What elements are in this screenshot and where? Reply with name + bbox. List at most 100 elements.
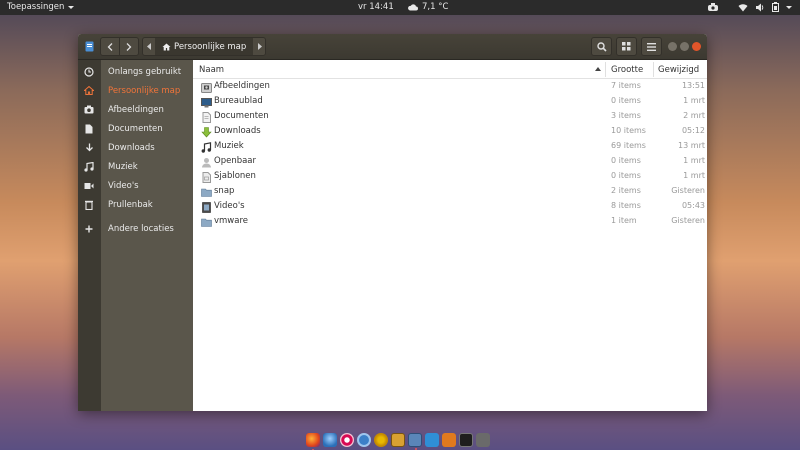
sidebar-item-home[interactable]: Persoonlijke map	[78, 81, 193, 100]
file-row-afbeeldingen[interactable]: Afbeeldingen 7 items 13:51	[193, 80, 707, 95]
column-header-name[interactable]: Naam	[199, 60, 224, 79]
file-modified: 05:43	[681, 201, 705, 210]
music-folder-icon	[201, 142, 212, 153]
update-icon	[708, 3, 718, 11]
sidebar-item-label: Documenten	[108, 123, 163, 134]
file-row-snap[interactable]: snap 2 items Gisteren	[193, 185, 707, 200]
sidebar-item-trash[interactable]: Prullenbak	[78, 195, 193, 214]
file-size: 7 items	[611, 81, 641, 90]
weather-indicator[interactable]: 7,1 °C	[408, 2, 448, 12]
software-install-icon[interactable]	[425, 432, 439, 447]
close-button[interactable]	[692, 42, 701, 51]
file-modified: 1 mrt	[683, 96, 705, 105]
sidebar-item-documents[interactable]: Documenten	[78, 119, 193, 138]
sidebar-item-downloads[interactable]: Downloads	[78, 138, 193, 157]
path-scroll-right-button[interactable]	[253, 38, 265, 55]
file-row-vmware[interactable]: vmware 1 item Gisteren	[193, 215, 707, 230]
clock[interactable]: vr 14:41	[358, 2, 394, 12]
caret-right-icon	[257, 43, 262, 50]
file-modified: Gisteren	[671, 186, 705, 195]
plus-icon	[83, 223, 95, 235]
sidebar-item-label: Afbeeldingen	[108, 104, 164, 115]
weather-temperature: 7,1 °C	[422, 2, 449, 12]
puzzle-icon[interactable]	[391, 432, 405, 447]
column-separator	[653, 62, 654, 77]
terminal-icon[interactable]	[459, 432, 473, 447]
videos-folder-icon	[202, 202, 211, 213]
file-row-bureaublad[interactable]: Bureaublad 0 items 1 mrt	[193, 95, 707, 110]
sidebar-item-videos[interactable]: Video's	[78, 176, 193, 195]
thunderbird-icon[interactable]	[323, 432, 337, 447]
sidebar-item-label: Video's	[108, 180, 139, 191]
folder-icon	[201, 188, 212, 197]
file-size: 69 items	[611, 141, 646, 150]
column-separator	[605, 62, 606, 77]
templates-folder-icon	[202, 172, 211, 183]
hamburger-menu-icon	[647, 42, 656, 51]
chevron-down-icon	[68, 5, 75, 9]
back-button[interactable]	[100, 37, 120, 56]
file-name: Afbeeldingen	[214, 81, 270, 91]
forward-button[interactable]	[119, 37, 139, 56]
cloud-icon	[408, 3, 418, 10]
files-app-icon	[85, 41, 93, 52]
file-row-sjablonen[interactable]: Sjablonen 0 items 1 mrt	[193, 170, 707, 185]
wifi-icon	[738, 3, 748, 12]
sidebar-item-pictures[interactable]: Afbeeldingen	[78, 100, 193, 119]
file-name: Video's	[214, 201, 245, 211]
network-icon[interactable]	[476, 432, 490, 447]
view-mode-button[interactable]	[616, 37, 637, 56]
file-manager-window: Persoonlijke map Onlangs gebruikt Persoo…	[78, 34, 707, 411]
dock	[303, 429, 498, 450]
sidebar-item-label: Onlangs gebruikt	[108, 66, 182, 77]
pictures-folder-icon	[201, 83, 212, 93]
file-row-muziek[interactable]: Muziek 69 items 13 mrt	[193, 140, 707, 155]
maximize-button[interactable]	[680, 42, 689, 51]
path-segment-home[interactable]: Persoonlijke map	[155, 38, 254, 55]
column-header-modified[interactable]: Gewijzigd	[658, 60, 699, 79]
media-icon[interactable]	[374, 432, 388, 447]
file-row-documenten[interactable]: Documenten 3 items 2 mrt	[193, 110, 707, 125]
file-modified: 1 mrt	[683, 171, 705, 180]
file-name: snap	[214, 186, 235, 196]
file-modified: 13:51	[681, 81, 705, 90]
update-indicator[interactable]	[707, 2, 719, 13]
menu-button[interactable]	[641, 37, 662, 56]
file-name: Muziek	[214, 141, 244, 151]
file-row-openbaar[interactable]: Openbaar 0 items 1 mrt	[193, 155, 707, 170]
file-size: 0 items	[611, 171, 641, 180]
column-header-size[interactable]: Grootte	[611, 60, 643, 79]
sidebar-item-music[interactable]: Muziek	[78, 157, 193, 176]
search-icon	[596, 41, 607, 52]
minimize-button[interactable]	[668, 42, 677, 51]
camera-icon	[83, 104, 95, 116]
package-icon[interactable]	[442, 432, 456, 447]
debian-icon[interactable]	[340, 432, 354, 447]
documents-folder-icon	[202, 112, 211, 123]
files-icon[interactable]	[408, 432, 422, 450]
file-size: 0 items	[611, 96, 641, 105]
firefox-icon[interactable]	[306, 432, 320, 450]
file-row-downloads[interactable]: Downloads 10 items 05:12	[193, 125, 707, 140]
file-row-videos[interactable]: Video's 8 items 05:43	[193, 200, 707, 215]
top-bar: Toepassingen vr 14:41 7,1 °C	[0, 0, 800, 15]
file-list: Naam Grootte Gewijzigd Afbeeldingen 7 it…	[193, 60, 707, 411]
file-size: 8 items	[611, 201, 641, 210]
path-scroll-left-button[interactable]	[143, 38, 155, 55]
applications-menu-label: Toepassingen	[7, 2, 65, 12]
search-button[interactable]	[591, 37, 612, 56]
sidebar-item-other-locations[interactable]: Andere locaties	[78, 219, 193, 238]
sidebar-item-label: Andere locaties	[108, 223, 174, 234]
battery-icon	[772, 2, 779, 12]
file-name: Documenten	[214, 111, 269, 121]
qbittorrent-icon[interactable]	[357, 432, 371, 447]
file-modified: 13 mrt	[678, 141, 705, 150]
header-bar: Persoonlijke map	[78, 34, 707, 60]
system-tray[interactable]	[738, 2, 792, 12]
file-name: Downloads	[214, 126, 261, 136]
sort-ascending-icon	[595, 67, 601, 71]
sidebar-item-recent[interactable]: Onlangs gebruikt	[78, 62, 193, 81]
applications-menu[interactable]: Toepassingen	[7, 2, 75, 12]
app-icon	[82, 37, 96, 56]
chevron-right-icon	[126, 42, 132, 51]
